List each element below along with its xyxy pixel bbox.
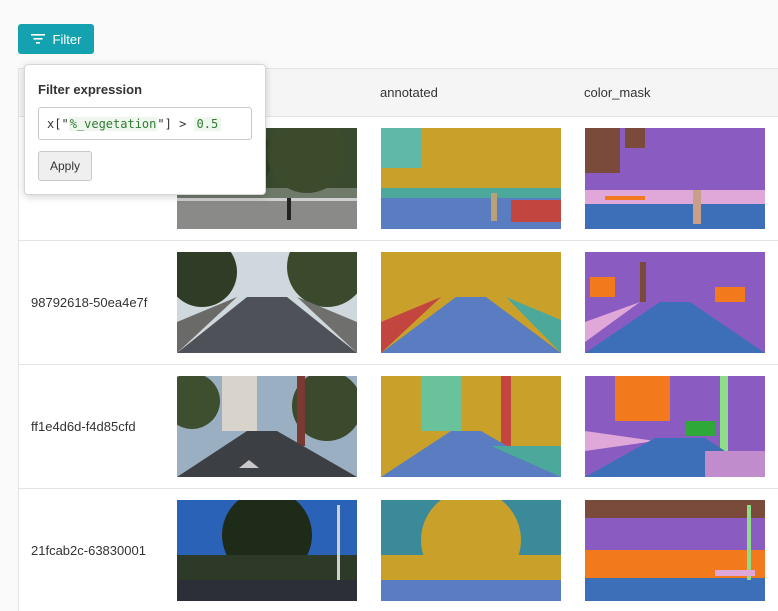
- annotated-image: [381, 128, 561, 229]
- table-row[interactable]: 21fcab2c-63830001: [19, 489, 778, 611]
- expr-prefix: x[": [47, 116, 69, 131]
- original-image: [177, 500, 357, 601]
- popover-title: Filter expression: [38, 82, 143, 97]
- filter-expression-popover: Filter expression x[" %_vegetation "] > 0.…: [24, 64, 266, 195]
- color-mask-image: [585, 376, 765, 477]
- table-row[interactable]: 98792618-50ea4e7f: [19, 241, 778, 365]
- filter-expression-input[interactable]: x[" %_vegetation "] > 0.5: [38, 107, 252, 140]
- annotated-image: [381, 500, 561, 601]
- original-image: [177, 252, 357, 353]
- expr-key: %_vegetation: [68, 116, 158, 131]
- annotated-image: [381, 376, 561, 477]
- filter-icon: [30, 34, 45, 44]
- table-row[interactable]: ff1e4d6d-f4d85cfd: [19, 365, 778, 489]
- row-id: 21fcab2c-63830001: [31, 543, 146, 558]
- filter-button-label: Filter: [52, 31, 82, 47]
- expr-value: 0.5: [193, 116, 222, 131]
- annotated-image: [381, 252, 561, 353]
- filter-button[interactable]: Filter: [18, 24, 94, 54]
- column-header-color-mask[interactable]: color_mask: [584, 85, 650, 100]
- column-header-annotated[interactable]: annotated: [380, 85, 438, 100]
- expr-operator: "] >: [157, 116, 194, 131]
- color-mask-image: [585, 128, 765, 229]
- color-mask-image: [585, 500, 765, 601]
- color-mask-image: [585, 252, 765, 353]
- apply-button[interactable]: Apply: [38, 151, 92, 181]
- row-id: ff1e4d6d-f4d85cfd: [31, 419, 136, 434]
- row-id: 98792618-50ea4e7f: [31, 295, 148, 310]
- original-image: [177, 376, 357, 477]
